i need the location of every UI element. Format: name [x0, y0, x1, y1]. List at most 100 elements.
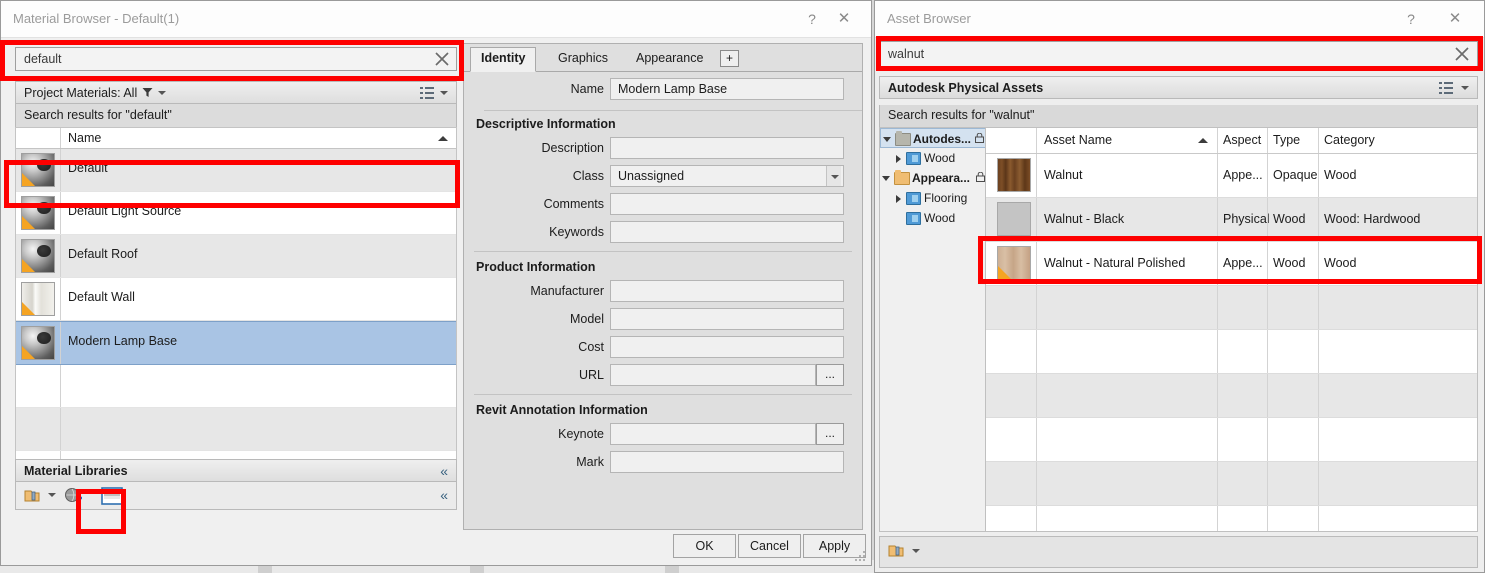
chevron-down-icon[interactable]: [882, 176, 890, 181]
filter-chevron-down-icon[interactable]: [158, 91, 166, 95]
material-list-item[interactable]: Default: [16, 149, 456, 192]
keywords-input[interactable]: [610, 221, 844, 243]
library-menu-icon[interactable]: [888, 542, 908, 560]
header-divider: [60, 128, 61, 148]
material-list-empty-row: [16, 408, 456, 451]
asset-table-row[interactable]: Walnut Appe... Opaque Wood: [986, 154, 1477, 198]
dialog-button-bar: OK Cancel Apply: [1, 528, 871, 565]
material-list-item[interactable]: Default Wall: [16, 278, 456, 321]
project-materials-filter-bar[interactable]: Project Materials: All: [15, 81, 457, 104]
column-header-category[interactable]: Category: [1324, 133, 1375, 147]
asset-browser-bottom-toolbar: [879, 536, 1478, 568]
material-search-input[interactable]: default: [15, 47, 457, 71]
tab-graphics[interactable]: Graphics: [548, 48, 618, 71]
asset-view-chevron-down-icon[interactable]: [1461, 86, 1469, 90]
add-asset-icon[interactable]: [64, 487, 84, 505]
url-browse-button[interactable]: ...: [816, 364, 844, 386]
sort-ascending-icon[interactable]: [1198, 138, 1208, 143]
url-input[interactable]: [610, 364, 816, 386]
mark-input[interactable]: [610, 451, 844, 473]
field-row: Name Modern Lamp Base: [464, 76, 862, 104]
tree-node-label: Flooring: [924, 191, 968, 205]
keynote-browse-button[interactable]: ...: [816, 423, 844, 445]
asset-clear-x-icon[interactable]: [1453, 45, 1471, 63]
ok-button[interactable]: OK: [673, 534, 736, 558]
mark-label: Mark: [576, 455, 604, 469]
cancel-button[interactable]: Cancel: [738, 534, 801, 558]
tree-node-appeara-[interactable]: Appeara...: [880, 168, 989, 188]
warning-triangle-icon: [22, 302, 35, 315]
add-tab-button[interactable]: +: [720, 50, 739, 67]
column-header-type[interactable]: Type: [1273, 133, 1300, 147]
new-library-icon[interactable]: [24, 487, 44, 505]
resize-grip[interactable]: [855, 551, 865, 561]
material-libraries-header[interactable]: Material Libraries «: [15, 459, 457, 482]
section-divider: [474, 251, 852, 252]
model-input[interactable]: [610, 308, 844, 330]
material-list-item[interactable]: Default Light Source: [16, 192, 456, 235]
tree-node-autodes-[interactable]: Autodes...: [880, 128, 989, 148]
tree-node-wood[interactable]: Wood: [880, 148, 989, 168]
material-search-results-label: Search results for "default": [24, 108, 172, 122]
material-thumbnail: [21, 326, 55, 360]
clear-x-icon[interactable]: [433, 50, 451, 68]
collapse-chevron-up-icon[interactable]: «: [440, 464, 448, 478]
collapse-left-chevron-icon[interactable]: «: [440, 488, 448, 502]
asset-table-row[interactable]: Walnut - Natural Polished Appe... Wood Wood: [986, 242, 1477, 286]
view-type-icon[interactable]: [420, 87, 434, 99]
section-heading: Revit Annotation Information: [476, 403, 648, 417]
chevron-right-icon[interactable]: [896, 155, 901, 163]
tree-node-wood[interactable]: Wood: [880, 208, 989, 228]
close-icon[interactable]: ✕: [833, 9, 855, 29]
tree-node-flooring[interactable]: Flooring: [880, 188, 989, 208]
asset-table-empty-row: [986, 506, 1477, 531]
material-list[interactable]: Default Default Light Source Default Roof D…: [15, 149, 457, 506]
filter-funnel-icon[interactable]: [142, 87, 153, 98]
asset-search-input[interactable]: walnut: [879, 41, 1478, 67]
warning-triangle-icon: [22, 346, 35, 359]
material-list-item[interactable]: Modern Lamp Base: [16, 321, 456, 365]
tab-identity[interactable]: Identity: [470, 47, 537, 72]
material-column-name[interactable]: Name: [68, 131, 101, 145]
asset-close-icon[interactable]: ✕: [1444, 9, 1466, 29]
view-type-chevron-down-icon[interactable]: [440, 91, 448, 95]
library-menu-chevron-down-icon[interactable]: [912, 549, 920, 553]
material-thumbnail: [21, 282, 55, 316]
editor-tabs: Identity Graphics Appearance +: [464, 44, 862, 72]
folder-icon: [895, 131, 911, 146]
asset-view-type-icon[interactable]: [1439, 82, 1453, 94]
class-chevron-down-icon[interactable]: [826, 166, 841, 186]
asset-library-tree[interactable]: Autodes... Wood Appeara... Flooring Wood: [879, 127, 989, 532]
asset-name: Walnut: [1044, 168, 1083, 182]
material-name: Default Light Source: [68, 204, 182, 218]
description-input[interactable]: [610, 137, 844, 159]
keynote-label: Keynote: [558, 427, 604, 441]
sort-ascending-icon[interactable]: [438, 136, 448, 141]
new-library-chevron-down-icon[interactable]: [48, 493, 56, 497]
asset-table[interactable]: Asset Name Aspect Type Category Walnut Appe.…: [985, 127, 1478, 532]
column-header-aspect[interactable]: Aspect: [1223, 133, 1261, 147]
autodesk-physical-assets-label: Autodesk Physical Assets: [888, 81, 1044, 95]
tab-appearance[interactable]: Appearance: [626, 48, 713, 71]
comments-input[interactable]: [610, 193, 844, 215]
chevron-right-icon[interactable]: [896, 195, 901, 203]
cost-input[interactable]: [610, 336, 844, 358]
name-input[interactable]: Modern Lamp Base: [610, 78, 844, 100]
help-icon[interactable]: ?: [801, 9, 823, 29]
field-row: Model: [464, 306, 862, 334]
asset-category: Wood: Hardwood: [1324, 212, 1421, 226]
class-dropdown[interactable]: Unassigned: [610, 165, 844, 187]
asset-table-body[interactable]: Walnut Appe... Opaque Wood Walnut - Black Phy…: [986, 154, 1477, 531]
asset-aspect: Appe...: [1223, 168, 1263, 182]
material-list-item[interactable]: Default Roof: [16, 235, 456, 278]
asset-table-row[interactable]: Walnut - Black Physical Wood Wood: Hardwood: [986, 198, 1477, 242]
manufacturer-input[interactable]: [610, 280, 844, 302]
chevron-down-icon[interactable]: [883, 137, 891, 142]
column-header-asset-name[interactable]: Asset Name: [1044, 133, 1112, 147]
material-name: Default Roof: [68, 247, 138, 261]
asset-help-icon[interactable]: ?: [1400, 9, 1422, 29]
field-row: Class Unassigned: [464, 163, 862, 191]
material-thumbnail: [21, 239, 55, 273]
keynote-input[interactable]: [610, 423, 816, 445]
show-asset-browser-icon[interactable]: [100, 486, 124, 506]
